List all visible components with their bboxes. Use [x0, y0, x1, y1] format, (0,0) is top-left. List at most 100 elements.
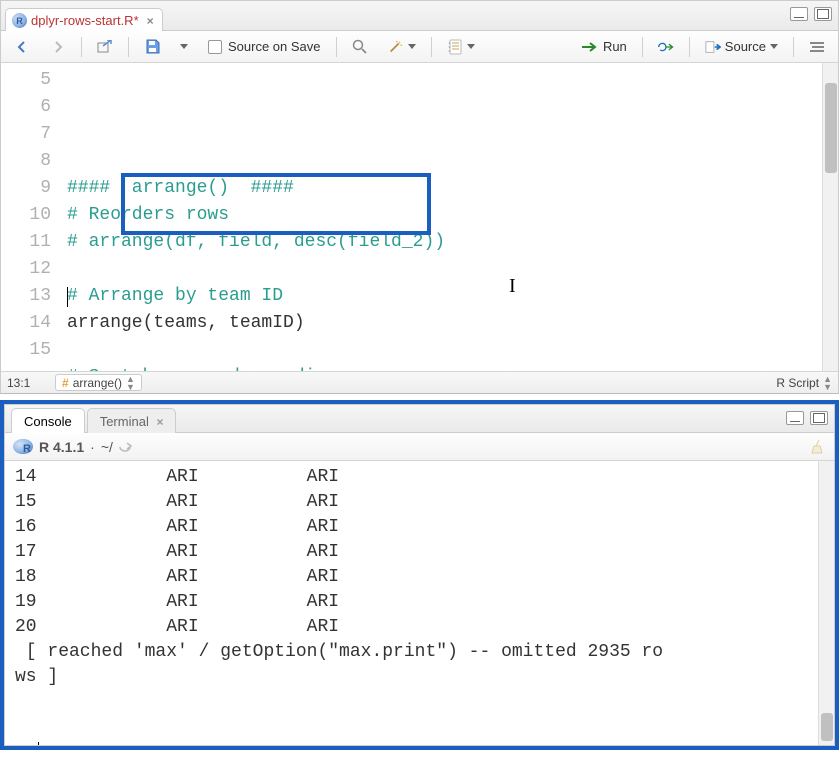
working-dir: ~/ [101, 439, 113, 455]
popout-icon [97, 39, 113, 55]
clear-console-button[interactable] [810, 439, 826, 455]
line-number: 13 [1, 283, 51, 310]
text-cursor-icon: I [509, 273, 516, 300]
toolbar-separator [336, 37, 337, 57]
popout-icon[interactable] [119, 441, 133, 453]
editor-pane: dplyr-rows-start.R* × [0, 0, 839, 394]
section-name: arrange() [73, 376, 122, 390]
show-in-new-window-button[interactable] [90, 35, 120, 59]
notebook-icon [447, 39, 463, 55]
scrollbar-thumb[interactable] [825, 83, 837, 173]
maximize-pane-button[interactable] [814, 7, 832, 21]
separator-dot: · [90, 439, 95, 455]
line-number: 12 [1, 256, 51, 283]
minimize-pane-button[interactable] [790, 7, 808, 21]
toolbar-separator [431, 37, 432, 57]
maximize-pane-button[interactable] [810, 411, 828, 425]
line-number: 5 [1, 67, 51, 94]
run-arrow-icon [581, 41, 599, 53]
console-prompt-line[interactable]: > [15, 740, 824, 745]
save-icon [144, 39, 160, 55]
code-editor[interactable]: 56789101112131415 I #### arrange() #####… [1, 63, 838, 371]
code-line [67, 256, 838, 283]
toolbar-separator [642, 37, 643, 57]
arrow-right-icon [50, 39, 66, 55]
minimize-pane-button[interactable] [786, 411, 804, 425]
line-number: 15 [1, 337, 51, 364]
editor-statusbar: 13:1 # arrange() ▲▼ R Script ▲▼ [1, 371, 838, 393]
console-scrollbar[interactable] [818, 461, 834, 745]
console-caret [38, 742, 39, 745]
line-number-gutter: 56789101112131415 [1, 63, 61, 371]
save-dropdown-button[interactable] [173, 35, 195, 59]
line-number: 11 [1, 229, 51, 256]
source-label: Source [725, 39, 766, 54]
code-line: # Reorders rows [67, 202, 838, 229]
code-line [67, 337, 838, 364]
console-pane: Console Terminal × R 4.1.1 · ~/ 14 ARI A… [4, 404, 835, 746]
run-button[interactable]: Run [574, 35, 634, 59]
line-number: 6 [1, 94, 51, 121]
code-line: # Arrange by team ID [67, 283, 838, 310]
code-line: #### arrange() #### [67, 175, 838, 202]
language-label: R Script [776, 376, 819, 390]
code-line: arrange(teams, teamID) [67, 310, 838, 337]
code-line: # Sort by year descending [67, 364, 838, 371]
hash-icon: # [62, 376, 69, 390]
scrollbar-thumb[interactable] [821, 713, 833, 741]
console-tab[interactable]: Console [11, 408, 85, 433]
find-button[interactable] [345, 35, 375, 59]
source-button[interactable]: Source [698, 35, 785, 59]
toolbar-separator [793, 37, 794, 57]
checkbox-icon [208, 40, 222, 54]
window-controls [786, 411, 828, 425]
source-icon [705, 39, 721, 55]
run-label: Run [603, 39, 627, 54]
line-number: 7 [1, 121, 51, 148]
source-on-save-label: Source on Save [228, 39, 321, 54]
rerun-icon [658, 39, 674, 55]
console-output[interactable]: 14 ARI ARI 15 ARI ARI 16 ARI ARI 17 ARI … [5, 461, 834, 745]
toolbar-separator [128, 37, 129, 57]
editor-caret [67, 287, 68, 307]
forward-button[interactable] [43, 35, 73, 59]
chevron-down-icon [770, 44, 778, 49]
console-tabstrip: Console Terminal × [5, 405, 834, 433]
line-number: 10 [1, 202, 51, 229]
close-tab-icon[interactable]: × [156, 415, 163, 429]
source-on-save-toggle[interactable]: Source on Save [201, 35, 328, 59]
code-tools-button[interactable] [381, 35, 423, 59]
terminal-tab[interactable]: Terminal × [87, 408, 177, 433]
line-number: 14 [1, 310, 51, 337]
toolbar-separator [81, 37, 82, 57]
line-number: 9 [1, 175, 51, 202]
back-button[interactable] [7, 35, 37, 59]
toolbar-separator [689, 37, 690, 57]
language-selector[interactable]: R Script ▲▼ [776, 375, 832, 391]
editor-tab-filename: dplyr-rows-start.R* [31, 13, 139, 28]
save-button[interactable] [137, 35, 167, 59]
outline-icon [809, 39, 825, 55]
code-lines: I #### arrange() ##### Reorders rows# ar… [61, 63, 838, 371]
wand-icon [388, 39, 404, 55]
chevron-down-icon [408, 44, 416, 49]
outline-button[interactable] [802, 35, 832, 59]
console-info-bar: R 4.1.1 · ~/ [5, 433, 834, 461]
close-tab-icon[interactable]: × [147, 14, 154, 28]
editor-tab[interactable]: dplyr-rows-start.R* × [5, 8, 163, 31]
compile-report-button[interactable] [440, 35, 482, 59]
code-line: # arrange(df, field, desc(field_2)) [67, 229, 838, 256]
editor-toolbar: Source on Save Run [1, 31, 838, 63]
editor-tabstrip: dplyr-rows-start.R* × [1, 1, 838, 31]
prompt-symbol: > [15, 742, 37, 745]
cursor-position: 13:1 [7, 376, 47, 390]
console-text: 14 ARI ARI 15 ARI ARI 16 ARI ARI 17 ARI … [15, 465, 824, 690]
r-logo-icon [13, 439, 33, 454]
terminal-tab-label: Terminal [100, 414, 149, 429]
chevron-down-icon [467, 44, 475, 49]
rerun-button[interactable] [651, 35, 681, 59]
updown-icon: ▲▼ [126, 375, 135, 391]
arrow-left-icon [14, 39, 30, 55]
section-selector[interactable]: # arrange() ▲▼ [55, 374, 142, 391]
editor-scrollbar[interactable] [822, 63, 838, 371]
